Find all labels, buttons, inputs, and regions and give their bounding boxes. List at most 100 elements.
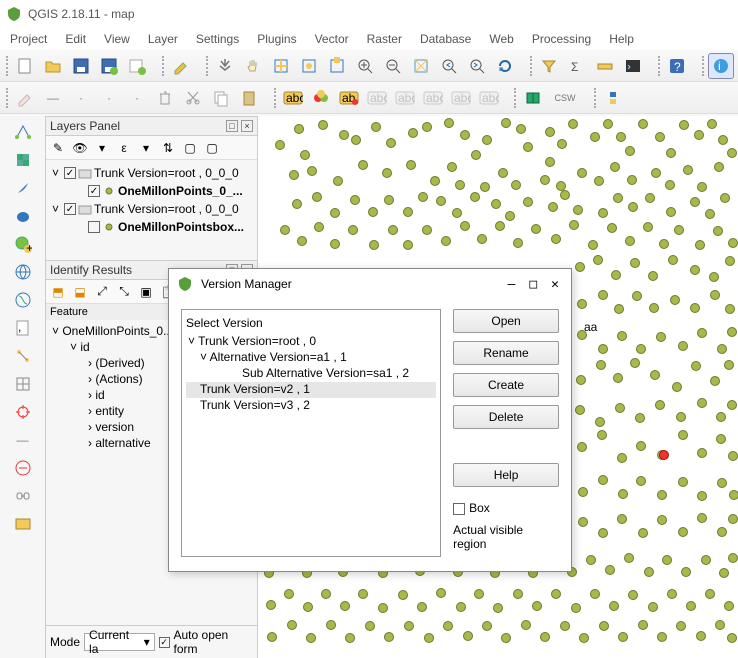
filter-layer-icon[interactable]: ▾ — [92, 138, 112, 158]
new-layer-icon[interactable] — [124, 53, 150, 79]
move-feature-icon[interactable]: · — [96, 85, 122, 111]
add-feature-icon[interactable]: · — [68, 85, 94, 111]
zoom-out-icon[interactable] — [380, 53, 406, 79]
layers-tree[interactable]: ˅✓Trunk Version=root , 0_0_0✓OneMillonPo… — [46, 160, 257, 260]
menu-settings[interactable]: Settings — [196, 32, 239, 46]
id-layers-icon[interactable]: ⬒ — [48, 282, 68, 302]
layer-row[interactable]: ˅✓Trunk Version=root , 0_0_0 — [50, 200, 253, 218]
remove-layer-icon[interactable]: ▢ — [202, 138, 222, 158]
menu-web[interactable]: Web — [489, 32, 513, 46]
new-project-icon[interactable] — [12, 53, 38, 79]
edit-pencil-icon[interactable] — [12, 85, 38, 111]
gallery-icon[interactable] — [11, 512, 35, 536]
menu-view[interactable]: View — [104, 32, 130, 46]
layer-checkbox[interactable] — [88, 221, 100, 233]
version-list[interactable]: Select Version ˅ Trunk Version=root , 0˅… — [181, 309, 441, 557]
label-move-icon[interactable]: ab — [336, 85, 362, 111]
version-row[interactable]: ˅ Alternative Version=a1 , 1 — [186, 350, 436, 366]
version-row[interactable]: Sub Alternative Version=sa1 , 2 — [186, 366, 436, 382]
target-icon[interactable] — [11, 400, 35, 424]
cancel-icon[interactable] — [11, 456, 35, 480]
scale-icon[interactable]: — — [11, 428, 35, 452]
dialog-minimize[interactable]: — — [508, 277, 516, 292]
label-tool-3-icon[interactable]: abc — [420, 85, 446, 111]
menu-edit[interactable]: Edit — [65, 32, 86, 46]
refresh-icon[interactable] — [492, 53, 518, 79]
cut-icon[interactable] — [180, 85, 206, 111]
delete-button[interactable]: Delete — [453, 405, 559, 429]
zoom-full-icon[interactable] — [268, 53, 294, 79]
version-row[interactable]: Trunk Version=v2 , 1 — [186, 382, 436, 398]
dropdown-icon[interactable]: ▾ — [136, 138, 156, 158]
label-abc-icon[interactable]: abc — [280, 85, 306, 111]
menu-vector[interactable]: Vector — [315, 32, 349, 46]
edit-tool-icon[interactable]: — — [40, 85, 66, 111]
layer-row[interactable]: ✓OneMillonPoints_0_... — [50, 182, 253, 200]
menu-raster[interactable]: Raster — [367, 32, 402, 46]
create-button[interactable]: Create — [453, 373, 559, 397]
style-icon[interactable] — [308, 85, 334, 111]
layer-row[interactable]: OneMillonPointsbox... — [50, 218, 253, 236]
open-button[interactable]: Open — [453, 309, 559, 333]
feather-icon[interactable] — [11, 176, 35, 200]
expression-icon[interactable]: ε — [114, 138, 134, 158]
label-tool-1-icon[interactable]: abc — [364, 85, 390, 111]
menu-plugins[interactable]: Plugins — [257, 32, 296, 46]
copy-icon[interactable] — [208, 85, 234, 111]
layer-checkbox[interactable]: ✓ — [64, 167, 76, 179]
zoom-selection-icon[interactable] — [324, 53, 350, 79]
pan-hand-icon[interactable] — [240, 53, 266, 79]
node-edit-icon[interactable] — [11, 344, 35, 368]
id-collapse-icon[interactable]: ⤡ — [114, 282, 134, 302]
help-icon[interactable]: ? — [664, 53, 690, 79]
mode-combo[interactable]: Current la▾ — [84, 633, 155, 651]
rename-button[interactable]: Rename — [453, 341, 559, 365]
sum-icon[interactable]: Σ — [564, 53, 590, 79]
save-icon[interactable] — [68, 53, 94, 79]
zoom-layer-icon[interactable] — [296, 53, 322, 79]
zoom-last-icon[interactable] — [436, 53, 462, 79]
open-icon[interactable] — [40, 53, 66, 79]
menu-help[interactable]: Help — [609, 32, 634, 46]
label-tool-4-icon[interactable]: abc — [448, 85, 474, 111]
menu-processing[interactable]: Processing — [532, 32, 591, 46]
node-tool-icon[interactable]: · — [124, 85, 150, 111]
layer-row[interactable]: ˅✓Trunk Version=root , 0_0_0 — [50, 164, 253, 182]
layers-panel-close[interactable]: × — [241, 120, 253, 132]
id-layers2-icon[interactable]: ⬓ — [70, 282, 90, 302]
delete-icon[interactable] — [152, 85, 178, 111]
globe-layer-icon[interactable] — [11, 260, 35, 284]
pan-icon[interactable] — [212, 53, 238, 79]
csw-icon[interactable]: CSW — [548, 85, 582, 111]
id-expand-icon[interactable]: ⤢ — [92, 282, 112, 302]
book-icon[interactable] — [520, 85, 546, 111]
raster-layer-icon[interactable] — [11, 148, 35, 172]
version-row[interactable]: Trunk Version=v3 , 2 — [186, 398, 436, 414]
id-config-icon[interactable]: ▣ — [136, 282, 156, 302]
mesh-icon[interactable] — [11, 372, 35, 396]
vector-layer-icon[interactable] — [11, 120, 35, 144]
paste-icon[interactable] — [236, 85, 262, 111]
console-icon[interactable] — [620, 53, 646, 79]
layers-panel-float[interactable]: □ — [226, 120, 238, 132]
csv-icon[interactable]: , — [11, 316, 35, 340]
add-group-icon[interactable]: ▢ — [180, 138, 200, 158]
style-brush-icon[interactable]: ✎ — [48, 138, 68, 158]
menu-layer[interactable]: Layer — [148, 32, 178, 46]
box-checkbox[interactable] — [453, 503, 465, 515]
zoom-next-icon[interactable] — [464, 53, 490, 79]
eye-manage-icon[interactable]: 👁 — [70, 138, 90, 158]
save-as-icon[interactable] — [96, 53, 122, 79]
identify-icon[interactable]: i — [708, 53, 734, 79]
label-tool-2-icon[interactable]: abc — [392, 85, 418, 111]
auto-open-checkbox[interactable]: ✓ — [159, 637, 170, 648]
link-icon[interactable] — [11, 484, 35, 508]
globe-curl-icon[interactable] — [11, 288, 35, 312]
version-row[interactable]: ˅ Trunk Version=root , 0 — [186, 334, 436, 350]
menu-database[interactable]: Database — [420, 32, 471, 46]
layer-checkbox[interactable]: ✓ — [88, 185, 100, 197]
globe-add-icon[interactable]: + — [11, 232, 35, 256]
menu-project[interactable]: Project — [10, 32, 47, 46]
zoom-native-icon[interactable] — [408, 53, 434, 79]
zoom-in-icon[interactable] — [352, 53, 378, 79]
